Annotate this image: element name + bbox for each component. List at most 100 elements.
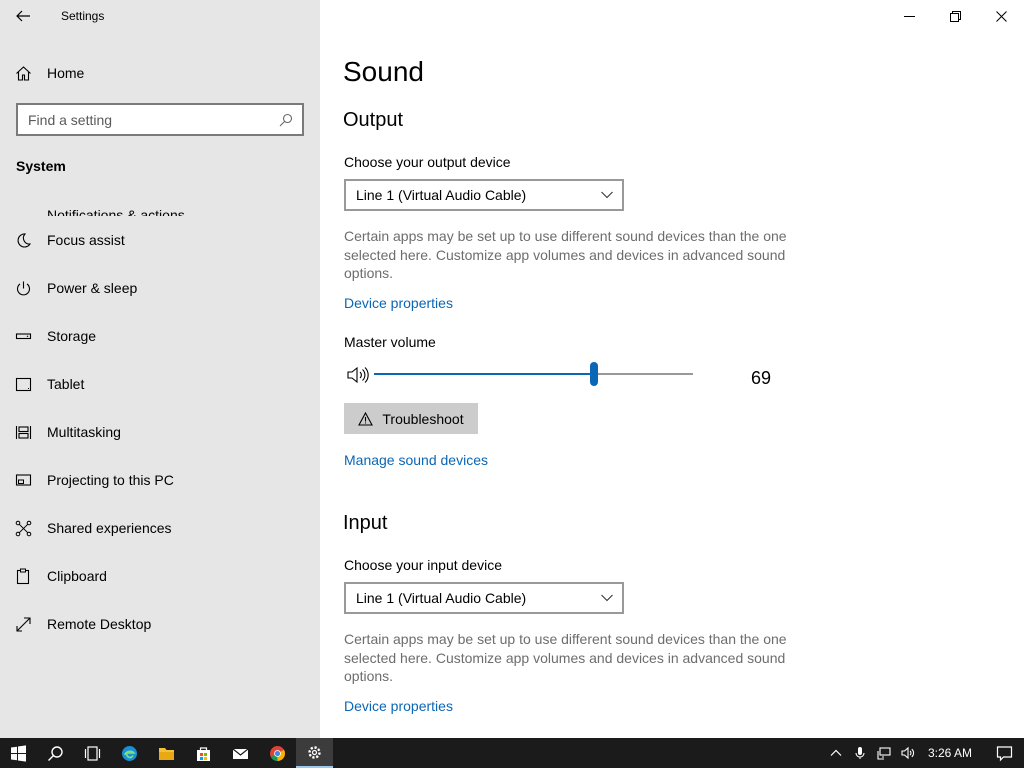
power-icon xyxy=(0,280,46,297)
start-button[interactable] xyxy=(0,738,37,768)
troubleshoot-button[interactable]: Troubleshoot xyxy=(344,403,478,434)
sidebar-item-remote-desktop[interactable]: Remote Desktop xyxy=(0,600,320,648)
tablet-icon xyxy=(0,376,46,393)
clipboard-icon xyxy=(0,568,46,585)
file-explorer-button[interactable] xyxy=(148,738,185,768)
notification-icon xyxy=(996,745,1012,761)
settings-button[interactable] xyxy=(296,738,333,768)
back-arrow-icon xyxy=(16,10,30,22)
sidebar-item-projecting[interactable]: Projecting to this PC xyxy=(0,456,320,504)
speaker-icon[interactable] xyxy=(346,365,370,390)
minimize-icon xyxy=(903,15,915,17)
restore-icon xyxy=(949,10,961,22)
edge-icon xyxy=(122,745,137,761)
output-device-label: Choose your output device xyxy=(344,154,511,170)
home-label: Home xyxy=(47,65,85,81)
mail-icon xyxy=(232,748,249,759)
warning-icon xyxy=(358,411,374,426)
task-view-button[interactable] xyxy=(74,738,111,768)
volume-value: 69 xyxy=(751,368,772,388)
taskbar-search-button[interactable] xyxy=(37,738,74,768)
page-title: Sound xyxy=(343,56,424,87)
volume-slider-fill xyxy=(374,373,595,375)
master-volume-control xyxy=(344,362,784,390)
sidebar-item-label: Shared experiences xyxy=(47,520,172,536)
input-device-label: Choose your input device xyxy=(344,557,502,573)
output-device-properties-link[interactable]: Device properties xyxy=(344,295,453,311)
remote-desktop-icon xyxy=(0,616,46,633)
input-heading: Input xyxy=(343,512,388,534)
settings-icon xyxy=(308,745,321,759)
show-hidden-icons-button[interactable] xyxy=(824,738,848,768)
sidebar-item-power-sleep[interactable]: Power & sleep xyxy=(0,264,320,312)
close-icon xyxy=(995,10,1007,22)
edge-button[interactable] xyxy=(111,738,148,768)
app-title: Settings xyxy=(61,9,105,23)
network-tray-button[interactable] xyxy=(872,738,896,768)
sidebar-item-multitasking[interactable]: Multitasking xyxy=(0,408,320,456)
sidebar-item-label: Clipboard xyxy=(47,568,107,584)
sidebar-item-label: Focus assist xyxy=(47,232,125,248)
home-icon xyxy=(0,65,46,82)
title-bar: Settings xyxy=(0,0,320,32)
input-device-value: Line 1 (Virtual Audio Cable) xyxy=(356,590,527,606)
troubleshoot-label: Troubleshoot xyxy=(382,410,464,427)
search-icon xyxy=(48,745,63,761)
search-input[interactable]: Find a setting xyxy=(16,103,304,136)
task-view-icon xyxy=(84,745,101,761)
sidebar-item-label: Storage xyxy=(47,328,97,344)
sidebar-item-label: Remote Desktop xyxy=(47,616,152,632)
chevron-up-icon xyxy=(830,749,842,756)
sidebar-nav-list: Notifications & actions Focus assist Pow… xyxy=(0,182,320,648)
chrome-button[interactable] xyxy=(259,738,296,768)
file-explorer-icon xyxy=(159,747,174,760)
sidebar-item-label: Notifications & actions xyxy=(47,207,185,216)
sidebar-item-label: Tablet xyxy=(47,376,85,392)
input-device-dropdown[interactable]: Line 1 (Virtual Audio Cable) xyxy=(344,582,624,614)
store-button[interactable] xyxy=(185,738,222,768)
search-icon[interactable] xyxy=(270,113,302,127)
microphone-icon xyxy=(855,747,865,759)
sidebar-item-label: Multitasking xyxy=(47,424,121,440)
taskbar-clock[interactable]: 3:26 AM xyxy=(928,746,972,760)
restore-button[interactable] xyxy=(932,0,978,32)
projecting-icon xyxy=(0,472,46,489)
store-icon xyxy=(197,746,210,761)
chevron-down-icon xyxy=(592,191,622,199)
sidebar-item-focus-assist[interactable]: Focus assist xyxy=(0,216,320,264)
volume-icon xyxy=(901,746,914,760)
action-center-button[interactable] xyxy=(984,738,1024,768)
sidebar-item-notifications[interactable]: Notifications & actions xyxy=(0,182,320,216)
sidebar: Settings Home Find a setting System Noti… xyxy=(0,0,320,738)
volume-slider-track[interactable] xyxy=(374,362,693,386)
output-device-dropdown[interactable]: Line 1 (Virtual Audio Cable) xyxy=(344,179,624,211)
mail-button[interactable] xyxy=(222,738,259,768)
chrome-icon xyxy=(270,745,285,761)
window-controls xyxy=(886,0,1024,32)
sidebar-item-home[interactable]: Home xyxy=(0,56,320,90)
output-heading: Output xyxy=(343,109,404,131)
sidebar-item-label: Projecting to this PC xyxy=(47,472,174,488)
manage-sound-devices-link[interactable]: Manage sound devices xyxy=(344,452,488,468)
sidebar-item-shared-experiences[interactable]: Shared experiences xyxy=(0,504,320,552)
chevron-down-icon xyxy=(592,594,622,602)
sidebar-item-clipboard[interactable]: Clipboard xyxy=(0,552,320,600)
multitasking-icon xyxy=(0,424,46,441)
network-icon xyxy=(877,747,891,760)
start-icon xyxy=(11,744,26,762)
main-content: Sound Output Choose your output device L… xyxy=(320,0,1024,738)
volume-tray-button[interactable] xyxy=(896,738,920,768)
back-button[interactable] xyxy=(0,0,46,32)
close-button[interactable] xyxy=(978,0,1024,32)
storage-icon xyxy=(0,328,46,345)
input-device-properties-link[interactable]: Device properties xyxy=(344,698,453,714)
minimize-button[interactable] xyxy=(886,0,932,32)
volume-slider-thumb[interactable] xyxy=(590,362,599,386)
sidebar-item-tablet[interactable]: Tablet xyxy=(0,360,320,408)
output-device-value: Line 1 (Virtual Audio Cable) xyxy=(356,187,527,203)
system-tray: 3:26 AM xyxy=(824,738,1024,768)
moon-icon xyxy=(0,232,46,249)
microphone-tray-button[interactable] xyxy=(848,738,872,768)
sidebar-item-storage[interactable]: Storage xyxy=(0,312,320,360)
shared-experiences-icon xyxy=(0,520,46,537)
